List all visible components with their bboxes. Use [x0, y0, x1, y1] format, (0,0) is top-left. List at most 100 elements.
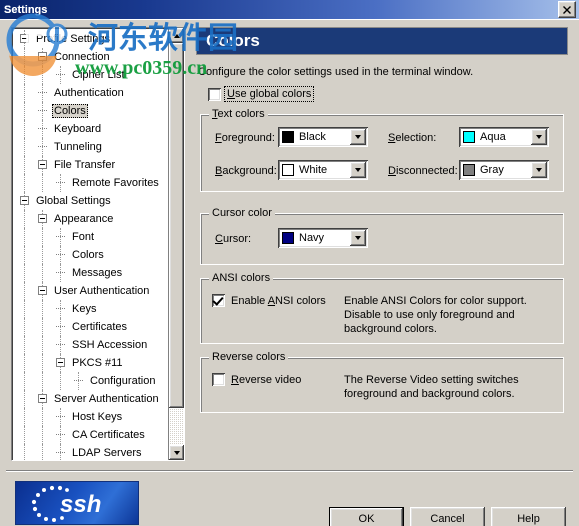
- tree-item-server-authentication[interactable]: Server Authentication: [12, 390, 169, 408]
- use-global-colors-checkbox[interactable]: [208, 87, 221, 101]
- tree-item-ca-certificates[interactable]: CA Certificates: [12, 426, 169, 444]
- tree-item-label: Global Settings: [36, 195, 111, 207]
- tree-item-colors[interactable]: Colors: [12, 102, 169, 120]
- tree-item-profile-settings[interactable]: Profile Settings: [12, 30, 169, 48]
- tree-guide-line: [24, 138, 26, 156]
- tree-item-ssh-accession[interactable]: SSH Accession: [12, 336, 169, 354]
- collapse-icon[interactable]: [38, 214, 47, 223]
- disconnected-dropdown-icon[interactable]: [531, 162, 547, 178]
- cursor-value: Navy: [299, 232, 325, 244]
- selection-combo[interactable]: Aqua: [459, 127, 549, 147]
- window-title: Settings: [4, 3, 48, 16]
- help-button[interactable]: Help: [491, 507, 566, 526]
- tree-guide-line: [42, 264, 44, 282]
- reverse-colors-group-label: Reverse colors: [209, 351, 289, 363]
- cursor-dropdown-icon[interactable]: [350, 230, 366, 246]
- tree-item-label: SSH Accession: [72, 339, 148, 351]
- scrollbar-track[interactable]: [169, 43, 184, 445]
- tree-item-certificates[interactable]: Certificates: [12, 318, 169, 336]
- collapse-icon[interactable]: [38, 286, 47, 295]
- tree-item-font[interactable]: Font: [12, 228, 169, 246]
- tree-guide-line: [24, 426, 26, 444]
- tree-item-authentication[interactable]: Authentication: [12, 84, 169, 102]
- chevron-down-icon: [536, 135, 542, 139]
- scroll-up-button[interactable]: [169, 28, 184, 43]
- close-icon[interactable]: [558, 1, 576, 18]
- foreground-combo[interactable]: Black: [278, 127, 368, 147]
- tree-guide-line: [24, 336, 26, 354]
- tree-item-label: Keyboard: [54, 123, 102, 135]
- tree-leaf-dash-icon: [56, 182, 65, 184]
- tree-item-pkcs-11[interactable]: PKCS #11: [12, 354, 169, 372]
- tree-item-ldap-servers[interactable]: LDAP Servers: [12, 444, 169, 460]
- ssh-logo: ssh: [15, 481, 139, 525]
- settings-tree[interactable]: Profile Settings Connection Cipher List Aut…: [11, 27, 185, 461]
- svg-text:ssh: ssh: [60, 491, 101, 518]
- tree-item-keys[interactable]: Keys: [12, 300, 169, 318]
- cancel-button[interactable]: Cancel: [410, 507, 485, 526]
- selection-value: Aqua: [480, 131, 506, 143]
- tree-guide-line: [24, 174, 26, 192]
- tree-items-container: Profile Settings Connection Cipher List Aut…: [12, 28, 169, 460]
- cursor-swatch: [282, 232, 294, 244]
- collapse-icon[interactable]: [20, 196, 29, 205]
- collapse-icon[interactable]: [38, 52, 47, 61]
- tree-guide-line: [24, 444, 26, 460]
- ansi-colors-group-label: ANSI colors: [209, 272, 274, 284]
- tree-leaf-dash-icon: [56, 452, 65, 454]
- tree-item-remote-favorites[interactable]: Remote Favorites: [12, 174, 169, 192]
- chevron-down-icon: [355, 135, 361, 139]
- tree-item-connection[interactable]: Connection: [12, 48, 169, 66]
- tree-guide-line: [24, 318, 26, 336]
- tree-item-file-transfer[interactable]: File Transfer: [12, 156, 169, 174]
- collapse-icon[interactable]: [20, 34, 29, 43]
- tree-leaf-dash-icon: [56, 254, 65, 256]
- tree-guide-line: [42, 66, 44, 84]
- ssh-logo-graphic: ssh: [31, 485, 101, 522]
- tree-item-tunneling[interactable]: Tunneling: [12, 138, 169, 156]
- tree-item-cipher-list[interactable]: Cipher List: [12, 66, 169, 84]
- background-dropdown-icon[interactable]: [350, 162, 366, 178]
- tree-item-user-authentication[interactable]: User Authentication: [12, 282, 169, 300]
- background-combo[interactable]: White: [278, 160, 368, 180]
- collapse-icon[interactable]: [56, 358, 65, 367]
- use-global-colors-row[interactable]: Use global colors: [208, 86, 315, 102]
- disconnected-combo[interactable]: Gray: [459, 160, 549, 180]
- tree-item-appearance[interactable]: Appearance: [12, 210, 169, 228]
- enable-ansi-colors-checkbox[interactable]: [212, 294, 225, 307]
- scroll-down-button[interactable]: [169, 445, 184, 460]
- cursor-color-group: Cursor color Cursor: Navy: [200, 207, 564, 265]
- collapse-icon[interactable]: [38, 160, 47, 169]
- tree-item-messages[interactable]: Messages: [12, 264, 169, 282]
- selection-dropdown-icon[interactable]: [531, 129, 547, 145]
- background-value: White: [299, 164, 328, 176]
- tree-item-configuration[interactable]: Configuration: [12, 372, 169, 390]
- ansi-colors-group: ANSI colors Enable ANSI colors Enable AN…: [200, 272, 564, 344]
- tree-scrollbar[interactable]: [168, 28, 184, 460]
- tree-item-label: Configuration: [90, 375, 156, 387]
- tree-leaf-dash-icon: [56, 416, 65, 418]
- foreground-dropdown-icon[interactable]: [350, 129, 366, 145]
- use-global-colors-label: Use global colors: [223, 86, 315, 102]
- cursor-combo[interactable]: Navy: [278, 228, 368, 248]
- reverse-video-checkbox[interactable]: [212, 373, 225, 386]
- collapse-icon[interactable]: [38, 394, 47, 403]
- tree-guide-line: [42, 444, 44, 460]
- tree-item-host-keys[interactable]: Host Keys: [12, 408, 169, 426]
- reverse-video-row[interactable]: Reverse video: [212, 373, 301, 386]
- tree-guide-line: [24, 48, 26, 66]
- chevron-down-icon: [536, 168, 542, 172]
- ok-button[interactable]: OK: [329, 507, 404, 526]
- tree-item-keyboard[interactable]: Keyboard: [12, 120, 169, 138]
- tree-item-global-settings[interactable]: Global Settings: [12, 192, 169, 210]
- tree-item-colors[interactable]: Colors: [12, 246, 169, 264]
- enable-ansi-colors-row[interactable]: Enable ANSI colors: [212, 294, 326, 307]
- tree-item-label: LDAP Servers: [72, 447, 142, 459]
- tree-guide-line: [42, 372, 44, 390]
- tree-item-label: Appearance: [54, 213, 114, 225]
- scrollbar-thumb[interactable]: [169, 43, 184, 408]
- tree-item-label: Certificates: [72, 321, 128, 333]
- tree-guide-line: [42, 426, 44, 444]
- tree-leaf-dash-icon: [38, 110, 47, 112]
- tree-guide-line: [24, 372, 26, 390]
